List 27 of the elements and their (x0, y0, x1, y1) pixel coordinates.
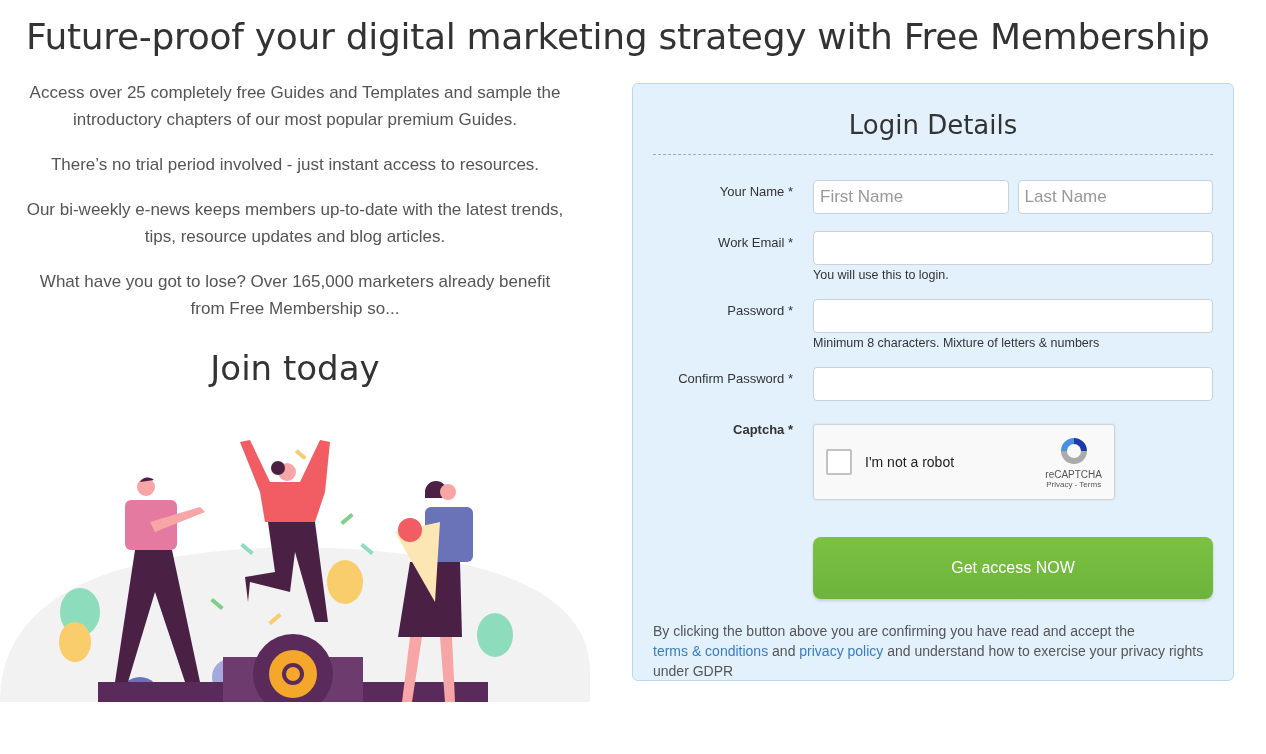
field-hint: Minimum 8 characters. Mixture of letters & numbers (813, 336, 1101, 350)
field-hint: You will use this to login. (813, 268, 950, 282)
captcha-links[interactable]: Privacy - Terms (1046, 480, 1102, 489)
name-input[interactable]: Last Name (1017, 180, 1213, 214)
text-input[interactable] (813, 231, 1213, 265)
field-label: Password * (726, 302, 793, 320)
join-heading: Join today (210, 348, 380, 388)
text-input[interactable] (813, 367, 1213, 401)
submit-button[interactable]: Get access NOW (813, 537, 1213, 599)
text-input[interactable] (813, 299, 1213, 333)
field-label: Work Email * (717, 234, 793, 252)
intro-paragraph: What have you got to lose? Over 165,000 marketers already benefit from Free Membership so... (38, 271, 552, 320)
field-label: Confirm Password * (677, 370, 793, 388)
consent-link[interactable]: terms & conditions (653, 643, 769, 659)
captcha-label: I'm not a robot (865, 454, 956, 470)
consent-link[interactable]: privacy policy (799, 643, 884, 659)
name-input[interactable]: First Name (813, 180, 1009, 214)
intro-paragraph: There’s no trial period involved - just instant access to resources. (49, 154, 541, 176)
intro-paragraph: Access over 25 completely free Guides and Templates and sample the introductory chapters of our most popular premium Guides. (28, 82, 562, 131)
field-label: Captcha * (732, 421, 793, 439)
captcha-checkbox[interactable] (826, 449, 852, 475)
intro-paragraph: Our bi-weekly e-news keeps members up-to-date with the latest trends, tips, resource updates and blog articles. (25, 199, 565, 248)
consent-text: By clicking the button above you are confirming you have read and accept the terms & conditions and privacy policy and understand how to exercise your privacy rights under GDPR (653, 622, 1205, 681)
card-title: Login Details (653, 84, 1213, 155)
field-label: Your Name * (718, 183, 793, 201)
captcha-brand: reCAPTCHA (1045, 469, 1102, 480)
page-heading: Future-proof your digital marketing strategy with Free Membership (26, 16, 1211, 57)
